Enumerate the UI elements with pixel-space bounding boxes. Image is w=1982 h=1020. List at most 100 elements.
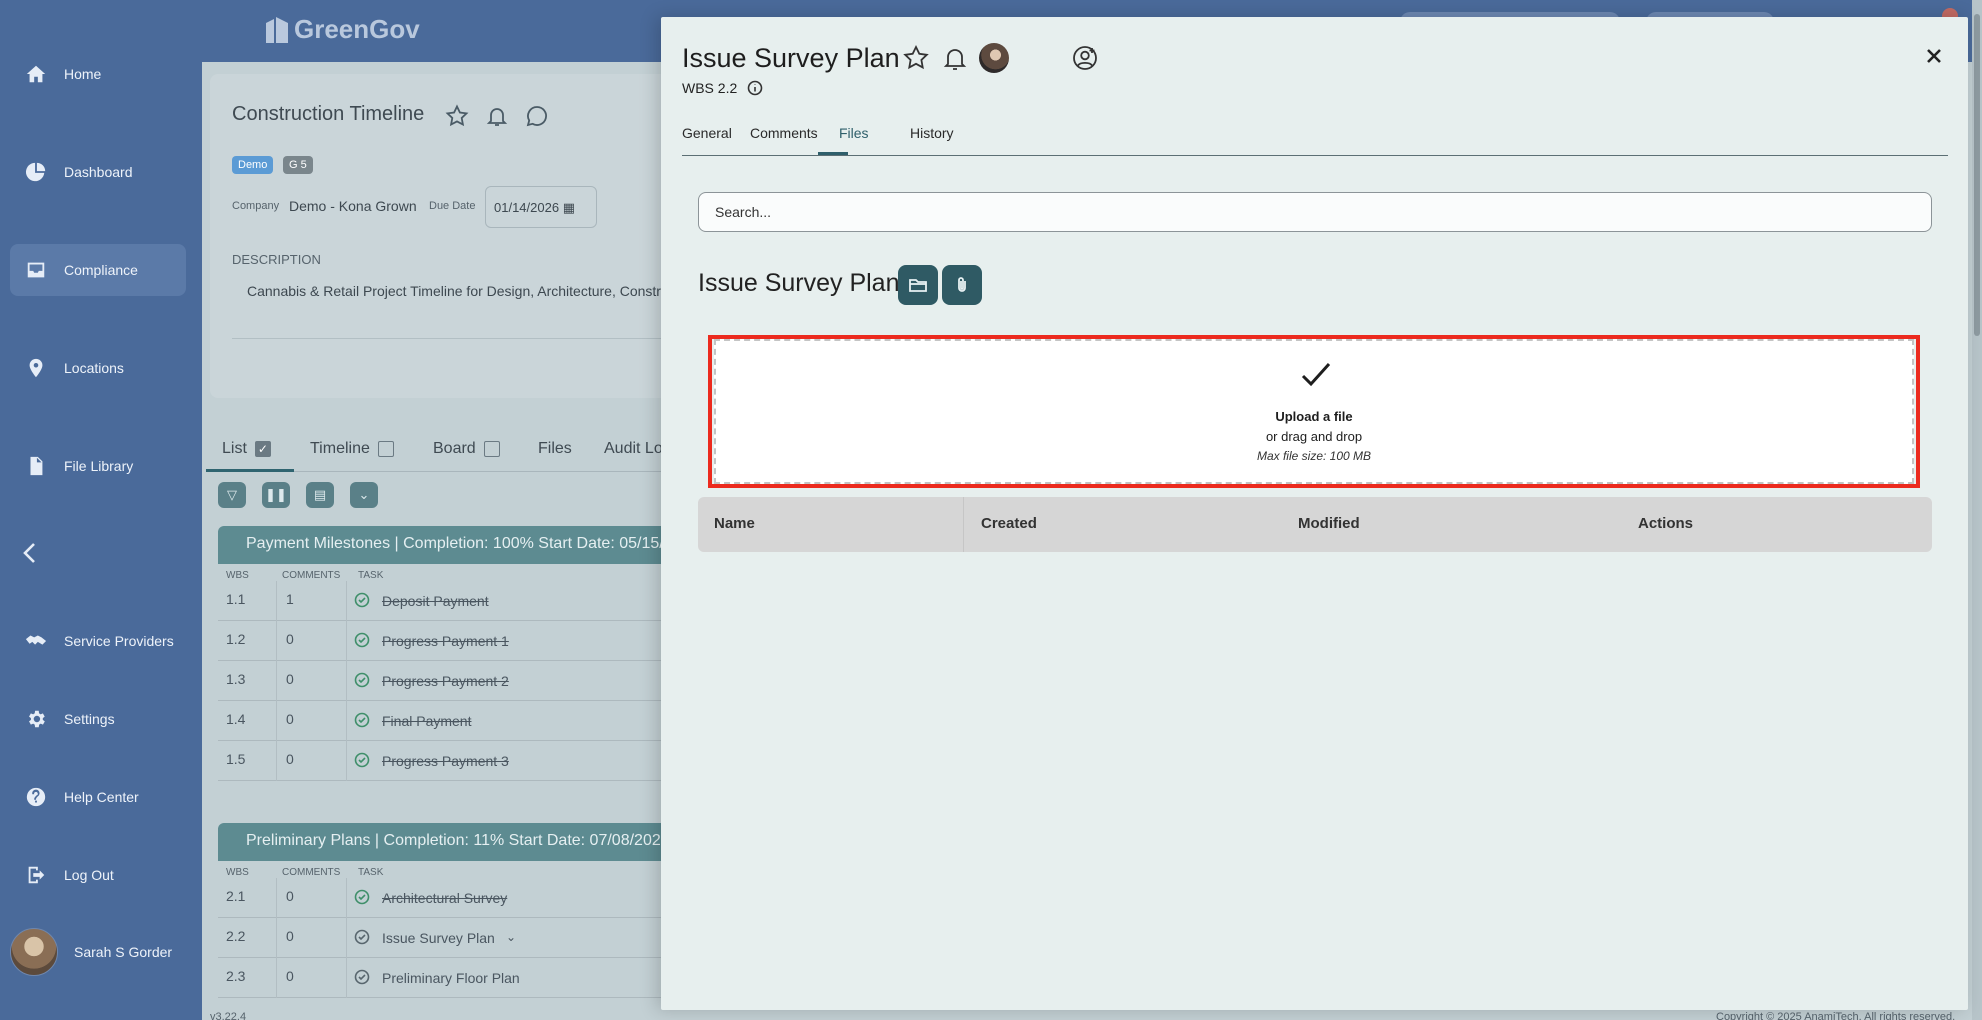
sidebar-item-label: Settings <box>64 711 115 727</box>
sidebar-item-label: Home <box>64 66 102 82</box>
due-date-field[interactable]: 01/14/2026 ▦ <box>485 186 597 228</box>
document-icon: ▤ <box>313 487 327 502</box>
column-modified[interactable]: Modified <box>1298 515 1360 532</box>
tab-history[interactable]: History <box>910 125 954 141</box>
files-table-header: Name Created Modified Actions <box>698 497 1932 552</box>
avatar <box>10 928 58 976</box>
add-user-icon[interactable] <box>1071 44 1101 74</box>
checkbox-checked-icon: ✓ <box>254 441 271 457</box>
bell-icon[interactable] <box>941 44 971 74</box>
sidebar-item-settings[interactable]: Settings <box>10 693 186 745</box>
table-row[interactable]: 1.4 0 Final Payment <box>218 701 672 741</box>
check-circle-icon[interactable] <box>354 889 370 905</box>
export-button[interactable]: ▤ <box>306 482 334 508</box>
pie-chart-icon <box>24 160 48 184</box>
browse-folder-button[interactable] <box>898 265 938 305</box>
panel-subtitle: WBS 2.2 <box>682 80 763 96</box>
chevron-down-icon: ⌄ <box>358 487 370 502</box>
sidebar-item-file-library[interactable]: File Library <box>10 440 186 492</box>
check-circle-icon[interactable] <box>354 929 370 945</box>
close-icon[interactable] <box>1919 41 1949 71</box>
sidebar-item-label: Help Center <box>64 789 139 805</box>
active-tab-indicator <box>818 152 848 155</box>
tab-board[interactable]: Board <box>433 440 500 458</box>
company-label: Company <box>232 200 280 212</box>
sidebar-item-home[interactable]: Home <box>10 48 186 100</box>
comment-icon[interactable] <box>525 104 549 128</box>
help-circle-icon <box>24 785 48 809</box>
tab-list[interactable]: List ✓ <box>222 440 271 458</box>
check-circle-icon[interactable] <box>354 752 370 768</box>
pause-button[interactable]: ❚❚ <box>262 482 290 508</box>
check-circle-icon[interactable] <box>354 632 370 648</box>
star-icon[interactable] <box>445 104 469 128</box>
bell-icon[interactable] <box>485 104 509 128</box>
panel-title: Issue Survey Plan <box>682 43 900 73</box>
due-date-label: Due Date <box>429 200 476 212</box>
table-row[interactable]: 1.1 1 Deposit Payment <box>218 581 672 621</box>
group-header-preliminary-plans[interactable]: Preliminary Plans | Completion: 11% Star… <box>218 823 672 861</box>
sidebar-item-compliance[interactable]: Compliance <box>10 244 186 296</box>
folder-icon <box>909 279 927 292</box>
search-input[interactable] <box>698 192 1932 232</box>
sidebar-item-help-center[interactable]: Help Center <box>10 771 186 823</box>
building-icon <box>264 15 290 45</box>
badge-g5: G 5 <box>283 156 313 174</box>
badge-demo: Demo <box>232 156 274 174</box>
table-row[interactable]: 2.1 0 Architectural Survey <box>218 878 672 918</box>
column-actions: Actions <box>1638 515 1694 532</box>
chevron-left-icon[interactable] <box>20 541 40 565</box>
sidebar-item-label: File Library <box>64 458 134 474</box>
active-tab-indicator <box>206 469 294 472</box>
chevron-down-icon[interactable]: ⌄ <box>506 930 516 944</box>
table-row[interactable]: 1.3 0 Progress Payment 2 <box>218 661 672 701</box>
filter-button[interactable]: ▽ <box>218 482 246 508</box>
group-header-payment-milestones[interactable]: Payment Milestones | Completion: 100% St… <box>218 526 672 564</box>
logo: GreenGov <box>264 14 420 45</box>
sidebar-item-service-providers[interactable]: Service Providers <box>10 615 186 667</box>
map-pin-icon <box>24 356 48 380</box>
table-row[interactable]: 2.3 0 Preliminary Floor Plan <box>218 958 672 998</box>
max-size-text: Max file size: 100 MB <box>1256 449 1372 463</box>
checkbox-icon <box>483 441 500 457</box>
inbox-icon <box>24 258 48 282</box>
assignee-avatar[interactable] <box>979 43 1009 73</box>
sidebar-item-label: Dashboard <box>64 164 133 180</box>
check-circle-icon[interactable] <box>354 672 370 688</box>
calendar-icon: ▦ <box>562 200 575 215</box>
tab-files[interactable]: Files <box>839 125 869 141</box>
sidebar-item-log-out[interactable]: Log Out <box>10 849 186 901</box>
expand-button[interactable]: ⌄ <box>350 482 378 508</box>
upload-file-link[interactable]: Upload a file <box>716 409 1912 424</box>
check-circle-icon[interactable] <box>354 712 370 728</box>
sidebar-item-dashboard[interactable]: Dashboard <box>10 146 186 198</box>
tab-files[interactable]: Files <box>538 440 572 458</box>
page-scrollbar-thumb[interactable] <box>1974 14 1980 336</box>
column-created[interactable]: Created <box>981 515 1037 532</box>
star-icon[interactable] <box>902 44 932 74</box>
tab-comments[interactable]: Comments <box>750 125 818 141</box>
tab-timeline[interactable]: Timeline <box>310 440 394 458</box>
file-dropzone[interactable]: Upload a file or drag and drop Max file … <box>714 339 1914 484</box>
user-name: Sarah S Gorder <box>74 944 173 960</box>
info-icon[interactable] <box>747 80 763 96</box>
check-icon <box>1296 355 1336 395</box>
attach-file-button[interactable] <box>942 265 982 305</box>
checkbox-icon <box>377 441 394 457</box>
check-circle-icon[interactable] <box>354 969 370 985</box>
sidebar: Home Dashboard Compliance Locations File… <box>0 0 202 1020</box>
project-title: Construction Timeline <box>232 103 425 125</box>
column-name[interactable]: Name <box>714 515 755 532</box>
table-row[interactable]: 1.2 0 Progress Payment 1 <box>218 621 672 661</box>
check-circle-icon[interactable] <box>354 592 370 608</box>
user-profile[interactable]: Sarah S Gorder <box>10 928 172 976</box>
sidebar-item-locations[interactable]: Locations <box>10 342 186 394</box>
sidebar-item-label: Log Out <box>64 867 114 883</box>
panel-tabs: General Comments Files History <box>682 125 1948 156</box>
logout-icon <box>24 863 48 887</box>
table-row[interactable]: 1.5 0 Progress Payment 3 <box>218 741 672 781</box>
tab-general[interactable]: General <box>682 125 732 141</box>
task-detail-panel: Issue Survey Plan WBS 2.2 General Commen… <box>661 17 1968 1010</box>
table-row[interactable]: 2.2 0 Issue Survey Plan ⌄ <box>218 918 672 958</box>
version-text: v3.22.4 <box>210 1011 247 1020</box>
